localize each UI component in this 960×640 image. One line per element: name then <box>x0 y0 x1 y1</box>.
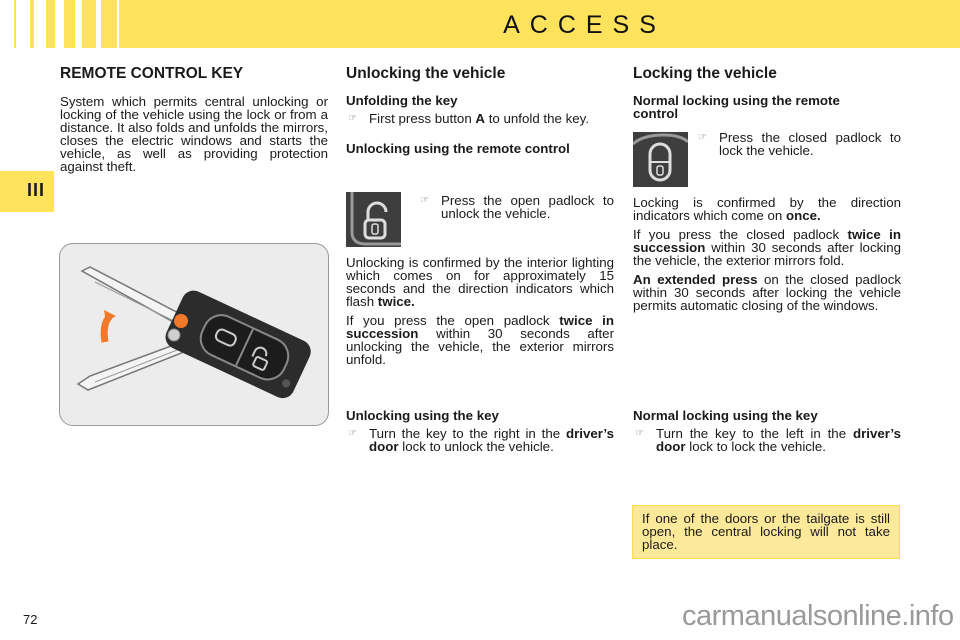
stripe <box>14 0 16 48</box>
text: once. <box>786 208 821 223</box>
lock-confirmation: Locking is confirmed by the direction in… <box>633 196 901 318</box>
button-a-label: A <box>475 111 486 126</box>
text: First press button <box>369 111 476 126</box>
section-title: REMOTE CONTROL KEY <box>60 65 244 82</box>
locking-section: Locking the vehicle Normal locking using… <box>633 65 901 121</box>
stripe <box>101 0 117 48</box>
locking-title: Locking the vehicle <box>633 65 777 82</box>
chapter-tab-label: III <box>26 180 45 200</box>
remote-lock-instruction: ☞ Press the closed padlock to lock the v… <box>696 131 901 157</box>
text: Press the open padlock to unlock the veh… <box>441 193 614 221</box>
stripe <box>46 0 55 48</box>
lock-key-section: Normal locking using the key ☞ Turn the … <box>633 409 901 453</box>
header-stripes <box>0 0 118 48</box>
pointing-hand-icon: ☞ <box>348 428 357 439</box>
remote-unlock-instruction: ☞ Press the open padlock to unlock the v… <box>418 194 614 220</box>
unlocking-title: Unlocking the vehicle <box>346 65 506 82</box>
open-padlock-icon <box>346 192 401 247</box>
text: Locking is confirmed by the direction in… <box>633 195 901 223</box>
remote-unlock-heading: Unlocking using the remote control <box>346 141 570 156</box>
unlock-confirmation: Unlocking is confirmed by the interior l… <box>346 256 614 372</box>
pointing-hand-icon: ☞ <box>348 113 357 124</box>
unlock-key-heading: Unlocking using the key <box>346 408 499 423</box>
stripe <box>30 0 34 48</box>
note-text: If one of the doors or the tailgate is s… <box>642 511 890 552</box>
remote-lock-heading: Normal locking using the remote control <box>633 93 840 121</box>
stripe <box>64 0 75 48</box>
unfolding-heading: Unfolding the key <box>346 93 458 108</box>
text: lock to lock the vehicle. <box>685 439 826 454</box>
watermark[interactable]: carmanualsonline.info <box>682 600 954 633</box>
text: Press the closed padlock to lock the veh… <box>719 130 901 158</box>
key-image <box>59 243 329 426</box>
note-box: If one of the doors or the tailgate is s… <box>632 505 900 559</box>
pointing-hand-icon: ☞ <box>698 132 707 143</box>
pointing-hand-icon: ☞ <box>635 428 644 439</box>
unlock-key-section: Unlocking using the key ☞ Turn the key t… <box>346 409 614 453</box>
pointing-hand-icon: ☞ <box>420 195 429 206</box>
text: to unfold the key. <box>485 111 590 126</box>
intro-paragraph: System which permits central unlocking o… <box>60 94 328 174</box>
page-title: ACCESS <box>503 11 666 39</box>
remote-key-illustration <box>76 266 311 399</box>
lock-key-heading: Normal locking using the key <box>633 408 818 423</box>
unlocking-section: Unlocking the vehicle Unfolding the key … <box>346 65 614 156</box>
text: lock to unlock the vehicle. <box>398 439 554 454</box>
chapter-tab[interactable]: III <box>0 171 54 212</box>
unfold-instruction: ☞ First press button A to unfold the key… <box>346 112 614 125</box>
stripe <box>82 0 96 48</box>
page-number: 72 <box>23 612 38 627</box>
remote-key-section: REMOTE CONTROL KEY System which permits … <box>60 65 328 179</box>
header-bar: ACCESS <box>119 0 960 48</box>
closed-padlock-icon <box>633 132 688 187</box>
text: twice. <box>377 294 415 309</box>
